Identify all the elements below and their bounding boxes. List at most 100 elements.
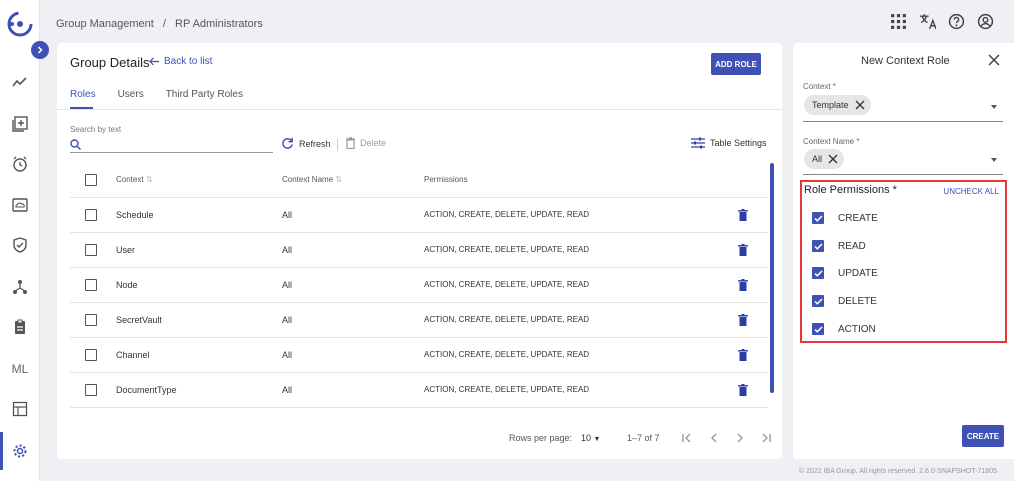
clipboard-icon[interactable] [8, 315, 32, 339]
logo-icon[interactable] [6, 10, 34, 38]
table-settings-label: Table Settings [710, 138, 767, 148]
column-header-context[interactable]: Context ⇅ [116, 175, 153, 184]
tab-third-party-roles[interactable]: Third Party Roles [166, 89, 243, 100]
toolbar-divider [337, 138, 338, 151]
apps-grid-icon[interactable] [890, 13, 907, 30]
search-icon [70, 139, 81, 150]
refresh-button[interactable]: Refresh [281, 137, 331, 150]
row-checkbox[interactable] [85, 244, 97, 256]
top-bar: Group Management / RP Administrators [40, 0, 1014, 44]
breadcrumb-group-management[interactable]: Group Management [56, 18, 154, 30]
context-dropdown-icon[interactable] [991, 105, 997, 109]
row-checkbox[interactable] [85, 314, 97, 326]
remove-chip-icon[interactable] [828, 154, 838, 164]
context-field-label: Context * [803, 82, 836, 91]
cell-context-name: All [282, 350, 293, 360]
cell-context-name: All [282, 210, 293, 220]
table-row[interactable]: Schedule All ACTION, CREATE, DELETE, UPD… [70, 198, 768, 233]
uncheck-all-button[interactable]: UNCHECK ALL [943, 187, 999, 196]
cloud-box-icon[interactable] [8, 193, 32, 217]
row-checkbox[interactable] [85, 349, 97, 361]
table-row[interactable]: Node All ACTION, CREATE, DELETE, UPDATE,… [70, 268, 768, 303]
account-icon[interactable] [977, 13, 994, 30]
settings-icon[interactable] [8, 439, 32, 463]
permission-label: UPDATE [838, 267, 878, 279]
shield-check-icon[interactable] [8, 233, 32, 257]
cell-context-name: All [282, 315, 293, 325]
cell-context: SecretVault [116, 315, 162, 325]
column-header-permissions: Permissions [424, 175, 468, 184]
table-scrollbar[interactable] [770, 163, 774, 393]
column-header-context-label: Context [116, 175, 144, 184]
add-role-button[interactable]: ADD ROLE [711, 53, 761, 75]
cell-permissions: ACTION, CREATE, DELETE, UPDATE, READ [424, 315, 590, 324]
translate-icon[interactable] [919, 13, 936, 30]
permission-action[interactable]: ACTION [812, 323, 876, 335]
table-row[interactable]: User All ACTION, CREATE, DELETE, UPDATE,… [70, 233, 768, 268]
permission-read[interactable]: READ [812, 240, 866, 252]
search-input[interactable] [70, 137, 273, 153]
alarm-icon[interactable] [8, 152, 32, 176]
checkbox-checked-icon[interactable] [812, 240, 824, 252]
page-range: 1–7 of 7 [627, 433, 660, 443]
checkbox-checked-icon[interactable] [812, 295, 824, 307]
breadcrumb-separator: / [162, 18, 166, 30]
row-checkbox[interactable] [85, 279, 97, 291]
delete-row-icon[interactable] [738, 314, 748, 326]
data-table-icon[interactable] [8, 397, 32, 421]
breadcrumb-current: RP Administrators [175, 18, 263, 30]
checkbox-checked-icon[interactable] [812, 267, 824, 279]
cell-permissions: ACTION, CREATE, DELETE, UPDATE, READ [424, 245, 590, 254]
tab-roles[interactable]: Roles [70, 89, 96, 100]
cell-permissions: ACTION, CREATE, DELETE, UPDATE, READ [424, 210, 590, 219]
context-name-chip-label: All [812, 154, 823, 164]
table-settings-button[interactable]: Table Settings [691, 137, 767, 149]
column-header-context-name[interactable]: Context Name ⇅ [282, 175, 342, 184]
delete-button[interactable]: Delete [346, 137, 386, 149]
library-add-icon[interactable] [8, 112, 32, 136]
permission-create[interactable]: CREATE [812, 212, 878, 224]
checkbox-checked-icon[interactable] [812, 323, 824, 335]
page-title: Group Details [70, 55, 150, 70]
back-to-list-link[interactable]: Back to list [149, 56, 212, 67]
analytics-icon[interactable] [8, 70, 32, 94]
close-icon[interactable] [987, 53, 1001, 67]
create-button[interactable]: CREATE [962, 425, 1004, 447]
role-permissions-title: Role Permissions * [804, 184, 897, 196]
tab-users[interactable]: Users [118, 89, 144, 100]
select-all-checkbox[interactable] [85, 174, 97, 186]
delete-row-icon[interactable] [738, 349, 748, 361]
expand-sidebar-button[interactable] [31, 41, 49, 59]
table-row[interactable]: Channel All ACTION, CREATE, DELETE, UPDA… [70, 338, 768, 373]
delete-row-icon[interactable] [738, 384, 748, 396]
row-checkbox[interactable] [85, 384, 97, 396]
checkbox-checked-icon[interactable] [812, 212, 824, 224]
help-icon[interactable] [948, 13, 965, 30]
back-label: Back to list [164, 56, 213, 67]
permission-update[interactable]: UPDATE [812, 267, 878, 279]
context-name-chip[interactable]: All [804, 149, 845, 169]
hierarchy-icon[interactable] [8, 275, 32, 299]
last-page-icon[interactable] [759, 431, 773, 445]
next-page-icon[interactable] [733, 431, 747, 445]
ml-nav-item[interactable]: ML [8, 357, 32, 381]
delete-row-icon[interactable] [738, 279, 748, 291]
role-permissions-section: Role Permissions * UNCHECK ALL CREATE RE… [800, 180, 1007, 343]
row-checkbox[interactable] [85, 209, 97, 221]
context-chip[interactable]: Template [804, 95, 871, 115]
first-page-icon[interactable] [680, 431, 694, 445]
delete-label: Delete [360, 138, 387, 148]
permission-delete[interactable]: DELETE [812, 295, 877, 307]
tabs: Roles Users Third Party Roles [70, 89, 243, 100]
table-row[interactable]: DocumentType All ACTION, CREATE, DELETE,… [70, 373, 768, 408]
prev-page-icon[interactable] [707, 431, 721, 445]
dropdown-arrow-icon: ▼ [593, 436, 601, 443]
rows-per-page-select[interactable]: 10 ▼ [581, 433, 600, 443]
table-row[interactable]: SecretVault All ACTION, CREATE, DELETE, … [70, 303, 768, 338]
refresh-label: Refresh [299, 138, 331, 149]
delete-row-icon[interactable] [738, 244, 748, 256]
remove-chip-icon[interactable] [855, 100, 865, 110]
tab-divider [57, 109, 782, 110]
context-name-dropdown-icon[interactable] [991, 158, 997, 162]
delete-row-icon[interactable] [738, 209, 748, 221]
